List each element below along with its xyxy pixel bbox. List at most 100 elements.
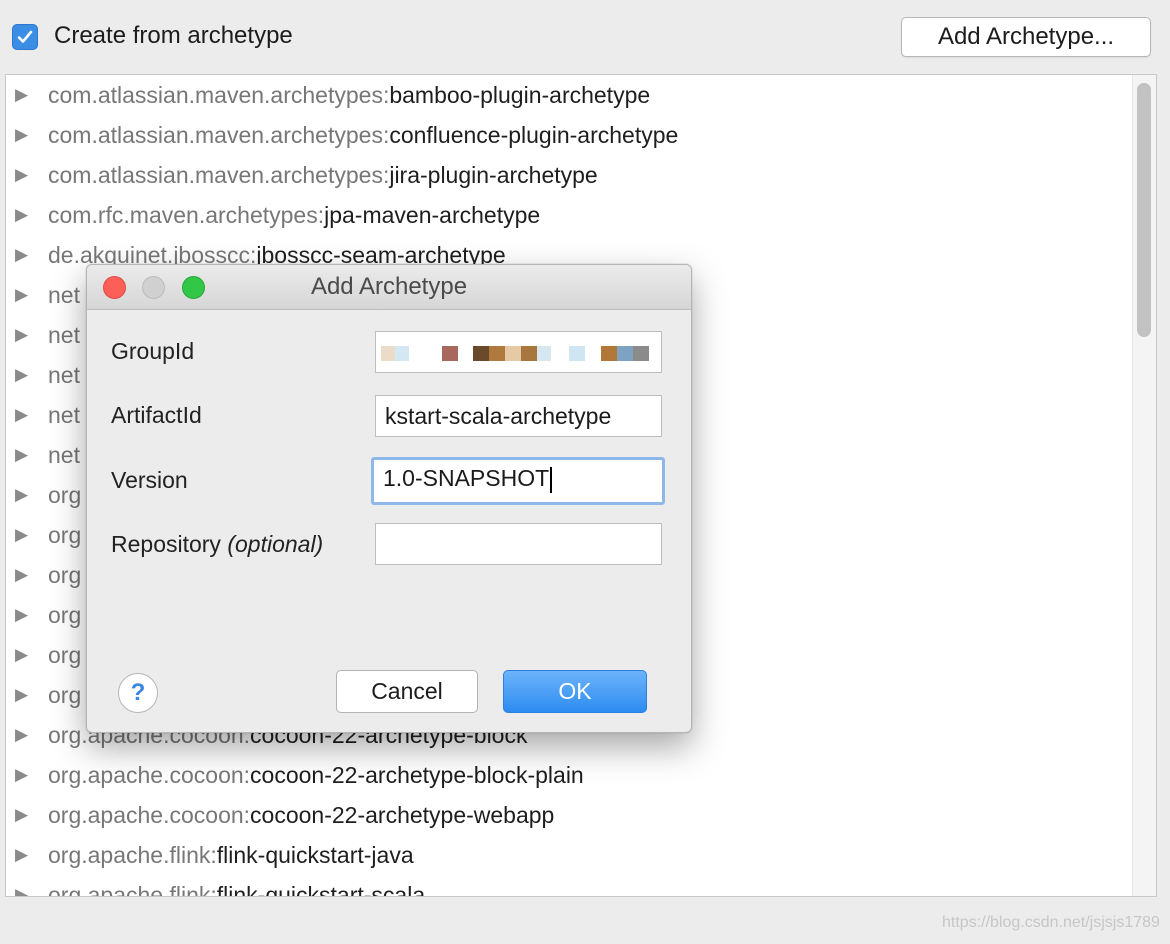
artifact-id-text: cocoon-22-archetype-block-plain: [250, 762, 584, 788]
expand-triangle-icon[interactable]: ▶: [15, 235, 28, 275]
artifact-id-text: bamboo-plugin-archetype: [389, 82, 651, 108]
list-item[interactable]: ▶ org.apache.flink:flink-quickstart-scala: [6, 875, 1126, 897]
checkmark-icon: [17, 30, 33, 43]
list-item-text: org.apache.cocoon:cocoon-22-archetype-we…: [48, 795, 554, 835]
list-item[interactable]: ▶ org.apache.cocoon:cocoon-22-archetype-b…: [6, 755, 1126, 795]
list-item-text: com.rfc.maven.archetypes:jpa-maven-arche…: [48, 195, 540, 235]
version-field[interactable]: 1.0-SNAPSHOT: [371, 457, 665, 505]
text-caret: [550, 466, 553, 493]
list-item[interactable]: ▶ com.rfc.maven.archetypes:jpa-maven-arch…: [6, 195, 1126, 235]
help-button[interactable]: ?: [118, 673, 158, 713]
list-item-text: net: [48, 355, 80, 395]
add-archetype-dialog: Add Archetype GroupId ArtifactId kstart-…: [86, 264, 692, 733]
list-item-text: net: [48, 275, 80, 315]
repository-label: Repository (optional): [111, 531, 324, 557]
repository-field[interactable]: [375, 523, 662, 565]
expand-triangle-icon[interactable]: ▶: [15, 195, 28, 235]
expand-triangle-icon[interactable]: ▶: [15, 155, 28, 195]
cancel-button[interactable]: Cancel: [336, 670, 478, 713]
expand-triangle-icon[interactable]: ▶: [15, 115, 28, 155]
expand-triangle-icon[interactable]: ▶: [15, 355, 28, 395]
expand-triangle-icon[interactable]: ▶: [15, 515, 28, 555]
list-item-text: org.apache.flink:flink-quickstart-java: [48, 835, 414, 875]
list-item-text: com.atlassian.maven.archetypes:confluenc…: [48, 115, 678, 155]
list-item-text: org: [48, 635, 81, 675]
expand-triangle-icon[interactable]: ▶: [15, 275, 28, 315]
list-item-text: com.atlassian.maven.archetypes:jira-plug…: [48, 155, 598, 195]
expand-triangle-icon[interactable]: ▶: [15, 435, 28, 475]
version-label: Version: [111, 467, 188, 493]
group-id-text: com.atlassian.maven.archetypes:: [48, 122, 390, 148]
expand-triangle-icon[interactable]: ▶: [15, 715, 28, 755]
expand-triangle-icon[interactable]: ▶: [15, 675, 28, 715]
expand-triangle-icon[interactable]: ▶: [15, 795, 28, 835]
artifactid-label: ArtifactId: [111, 402, 202, 428]
create-from-archetype-checkbox[interactable]: [12, 24, 38, 50]
group-id-text: org: [48, 522, 82, 548]
watermark: https://blog.csdn.net/jsjsjs1789: [942, 914, 1160, 931]
artifact-id-text: flink-quickstart-java: [216, 842, 414, 868]
expand-triangle-icon[interactable]: ▶: [15, 75, 28, 115]
list-item[interactable]: ▶ org.apache.flink:flink-quickstart-java: [6, 835, 1126, 875]
expand-triangle-icon[interactable]: ▶: [15, 475, 28, 515]
group-id-text: net: [48, 402, 80, 428]
optional-hint: (optional): [227, 531, 324, 557]
group-id-text: net: [48, 442, 80, 468]
group-id-text: com.atlassian.maven.archetypes:: [48, 162, 390, 188]
group-id-text: com.rfc.maven.archetypes:: [48, 202, 325, 228]
list-item-text: org: [48, 675, 81, 715]
list-item[interactable]: ▶ org.apache.cocoon:cocoon-22-archetype-w…: [6, 795, 1126, 835]
dialog-titlebar[interactable]: Add Archetype: [87, 265, 691, 310]
artifact-id-text: flink-quickstart-scala: [216, 882, 426, 897]
artifact-id-text: cocoon-22-archetype-webapp: [250, 802, 555, 828]
expand-triangle-icon[interactable]: ▶: [15, 835, 28, 875]
version-value: 1.0-SNAPSHOT: [383, 465, 550, 491]
group-id-text: net: [48, 362, 80, 388]
expand-triangle-icon[interactable]: ▶: [15, 395, 28, 435]
list-item-text: net: [48, 315, 80, 355]
list-item-text: net: [48, 395, 80, 435]
groupid-label: GroupId: [111, 338, 195, 364]
group-id-text: org: [48, 682, 82, 708]
expand-triangle-icon[interactable]: ▶: [15, 555, 28, 595]
group-id-text: org.apache.cocoon:: [48, 802, 251, 828]
add-archetype-button[interactable]: Add Archetype...: [901, 17, 1151, 57]
expand-triangle-icon[interactable]: ▶: [15, 315, 28, 355]
expand-triangle-icon[interactable]: ▶: [15, 635, 28, 675]
list-item-text: org: [48, 475, 81, 515]
list-item-text: net: [48, 435, 80, 475]
group-id-text: net: [48, 282, 80, 308]
list-item[interactable]: ▶ com.atlassian.maven.archetypes:confluen…: [6, 115, 1126, 155]
group-id-text: org.apache.flink:: [48, 842, 217, 868]
list-item[interactable]: ▶ com.atlassian.maven.archetypes:bamboo-p…: [6, 75, 1126, 115]
expand-triangle-icon[interactable]: ▶: [15, 595, 28, 635]
artifactid-field[interactable]: kstart-scala-archetype: [375, 395, 662, 437]
create-from-archetype-label[interactable]: Create from archetype: [54, 22, 293, 50]
groupid-field[interactable]: [375, 331, 662, 373]
ok-button[interactable]: OK: [503, 670, 647, 713]
artifact-id-text: jira-plugin-archetype: [389, 162, 598, 188]
group-id-text: org: [48, 602, 82, 628]
list-item-text: org.apache.cocoon:cocoon-22-archetype-bl…: [48, 755, 584, 795]
group-id-text: org.apache.cocoon:: [48, 762, 251, 788]
list-item-text: org.apache.flink:flink-quickstart-scala: [48, 875, 426, 897]
scrollbar-thumb[interactable]: [1137, 83, 1151, 337]
top-bar: Create from archetype Add Archetype...: [0, 0, 1170, 74]
list-item-text: com.atlassian.maven.archetypes:bamboo-pl…: [48, 75, 650, 115]
artifact-id-text: confluence-plugin-archetype: [389, 122, 679, 148]
artifactid-value: kstart-scala-archetype: [385, 403, 612, 429]
group-id-text: org: [48, 562, 82, 588]
list-item-text: org: [48, 515, 81, 555]
artifact-id-text: jpa-maven-archetype: [324, 202, 541, 228]
group-id-text: org: [48, 482, 82, 508]
group-id-text: com.atlassian.maven.archetypes:: [48, 82, 390, 108]
group-id-text: org: [48, 642, 82, 668]
group-id-text: net: [48, 322, 80, 348]
group-id-text: org.apache.flink:: [48, 882, 217, 897]
list-item-text: org: [48, 555, 81, 595]
list-item-text: org: [48, 595, 81, 635]
expand-triangle-icon[interactable]: ▶: [15, 875, 28, 896]
list-item[interactable]: ▶ com.atlassian.maven.archetypes:jira-plu…: [6, 155, 1126, 195]
expand-triangle-icon[interactable]: ▶: [15, 755, 28, 795]
dialog-title: Add Archetype: [310, 273, 468, 300]
